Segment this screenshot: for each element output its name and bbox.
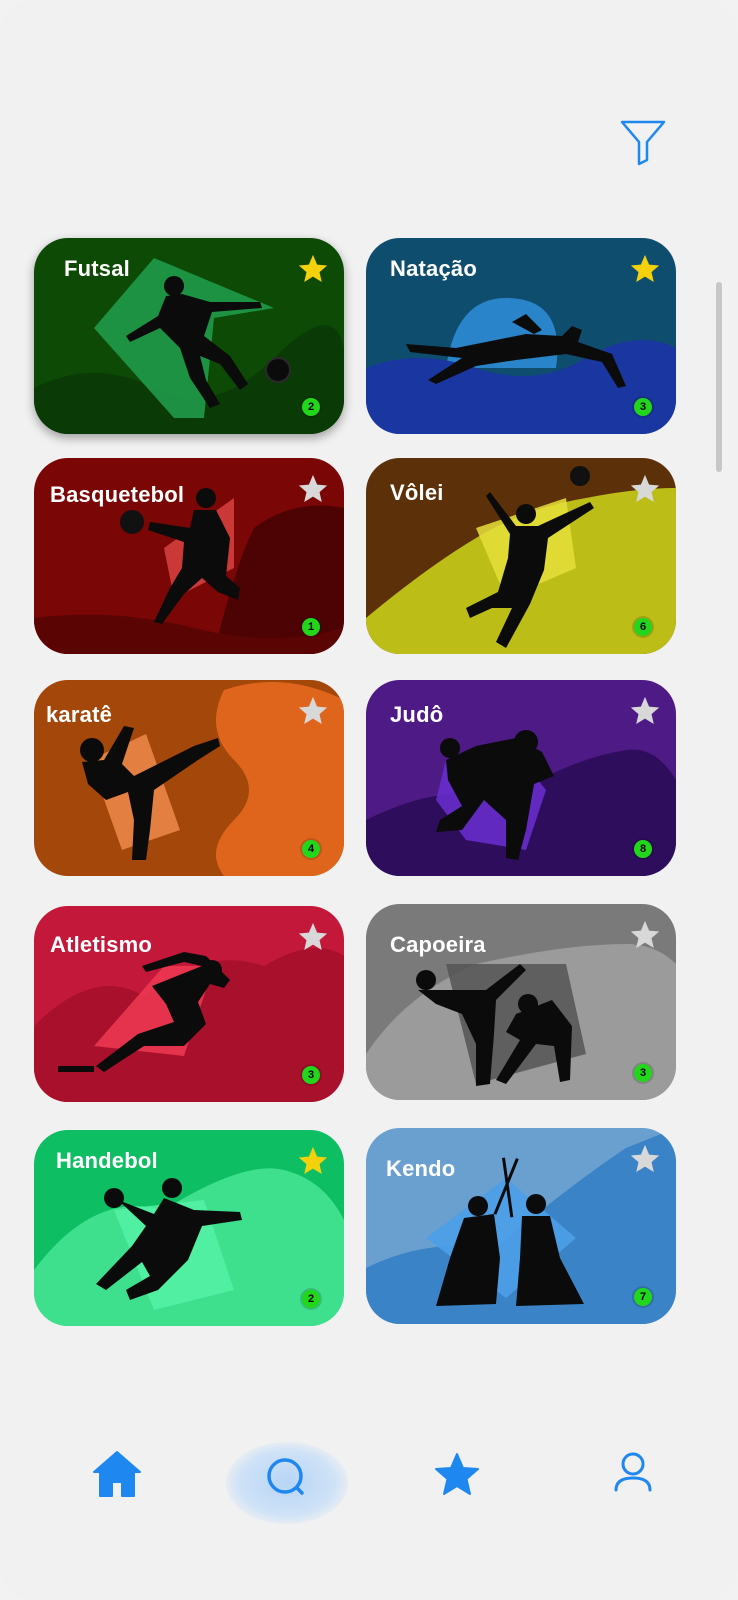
star-icon (435, 1453, 479, 1495)
nav-favorites[interactable] (422, 1438, 492, 1508)
sport-title: Judô (390, 702, 444, 727)
star-icon[interactable] (628, 918, 662, 952)
search-icon (267, 1458, 304, 1495)
star-icon[interactable] (628, 472, 662, 506)
filter-button[interactable] (618, 118, 668, 170)
count-badge: 4 (302, 840, 320, 858)
star-icon-favorite[interactable] (628, 252, 662, 286)
count-badge: 1 (302, 618, 320, 636)
sport-card-futsal[interactable]: Futsal 2 (34, 238, 344, 434)
count-badge: 8 (634, 840, 652, 858)
nav-profile[interactable] (598, 1438, 668, 1508)
star-icon[interactable] (296, 920, 330, 954)
count-badge: 2 (302, 398, 320, 416)
bottom-navigation (0, 1420, 738, 1540)
count-badge: 3 (634, 1064, 652, 1082)
nav-search[interactable] (252, 1438, 322, 1508)
sport-card-natacao[interactable]: Natação 3 (366, 238, 676, 434)
sport-card-kendo[interactable]: Kendo 7 (366, 1128, 676, 1324)
filter-funnel-icon (620, 120, 666, 166)
count-badge: 3 (634, 398, 652, 416)
count-badge: 6 (634, 618, 652, 636)
count-badge: 7 (634, 1288, 652, 1306)
star-icon[interactable] (628, 694, 662, 728)
sport-card-capoeira[interactable]: Capoeira 3 (366, 904, 676, 1100)
nav-home[interactable] (82, 1438, 152, 1508)
sport-title: Handebol (56, 1148, 158, 1173)
sport-title: Basquetebol (50, 482, 185, 507)
star-icon[interactable] (628, 1142, 662, 1176)
sport-title: Futsal (64, 256, 130, 281)
sport-card-volei[interactable]: Vôlei 6 (366, 458, 676, 654)
sport-card-karate[interactable]: karatê 4 (34, 680, 344, 876)
sport-title: karatê (46, 702, 113, 727)
sport-card-atletismo[interactable]: Atletismo 3 (34, 906, 344, 1102)
star-icon-favorite[interactable] (296, 252, 330, 286)
user-icon (614, 1452, 652, 1492)
scrollbar[interactable] (716, 282, 722, 472)
count-badge: 3 (302, 1066, 320, 1084)
sport-card-basquetebol[interactable]: Basquetebol 1 (34, 458, 344, 654)
sport-title: Vôlei (390, 480, 444, 505)
sport-title: Kendo (386, 1156, 456, 1181)
sport-title: Natação (390, 256, 477, 281)
home-icon (93, 1451, 141, 1497)
app-screen: Futsal 2 Natação 3 Basquetebol 1 Vôlei 6… (0, 0, 738, 1600)
sport-title: Capoeira (390, 932, 486, 957)
sport-title: Atletismo (50, 932, 153, 957)
star-icon-favorite[interactable] (296, 1144, 330, 1178)
sport-card-judo[interactable]: Judô 8 (366, 680, 676, 876)
count-badge: 2 (302, 1290, 320, 1308)
star-icon[interactable] (296, 694, 330, 728)
star-icon[interactable] (296, 472, 330, 506)
sport-card-handebol[interactable]: Handebol 2 (34, 1130, 344, 1326)
